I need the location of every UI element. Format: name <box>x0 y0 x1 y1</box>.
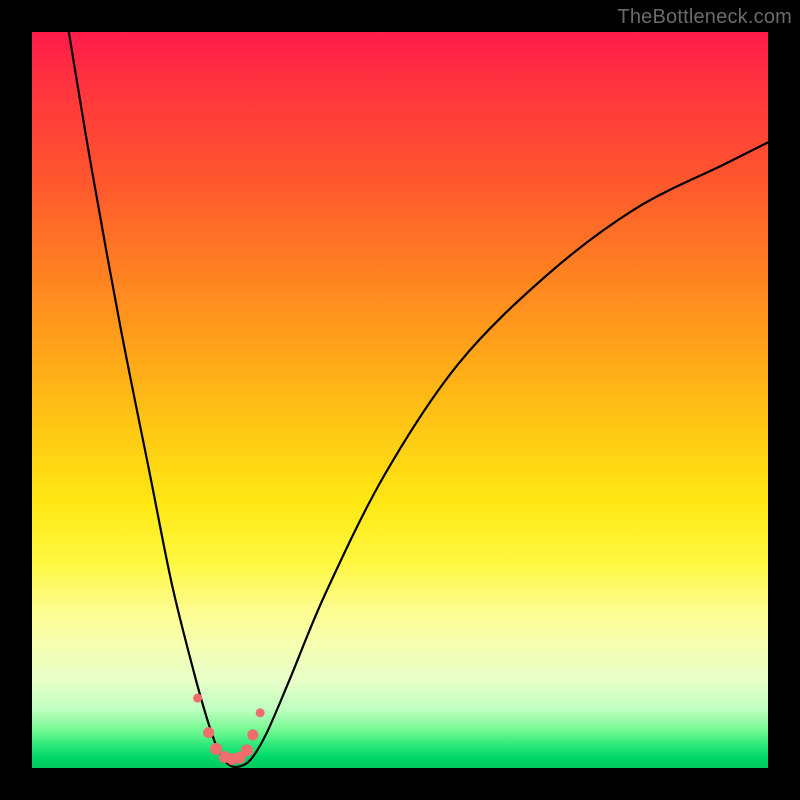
watermark-text: TheBottleneck.com <box>617 6 792 29</box>
bottleneck-curve <box>69 32 768 767</box>
valley-marker <box>203 727 214 738</box>
curve-svg <box>32 32 768 768</box>
valley-marker <box>241 744 253 756</box>
valley-marker <box>247 729 258 740</box>
gradient-plot-area <box>32 32 768 768</box>
chart-frame: TheBottleneck.com <box>0 0 800 800</box>
valley-marker <box>256 708 265 717</box>
valley-marker <box>193 694 202 703</box>
valley-marker <box>210 743 222 755</box>
